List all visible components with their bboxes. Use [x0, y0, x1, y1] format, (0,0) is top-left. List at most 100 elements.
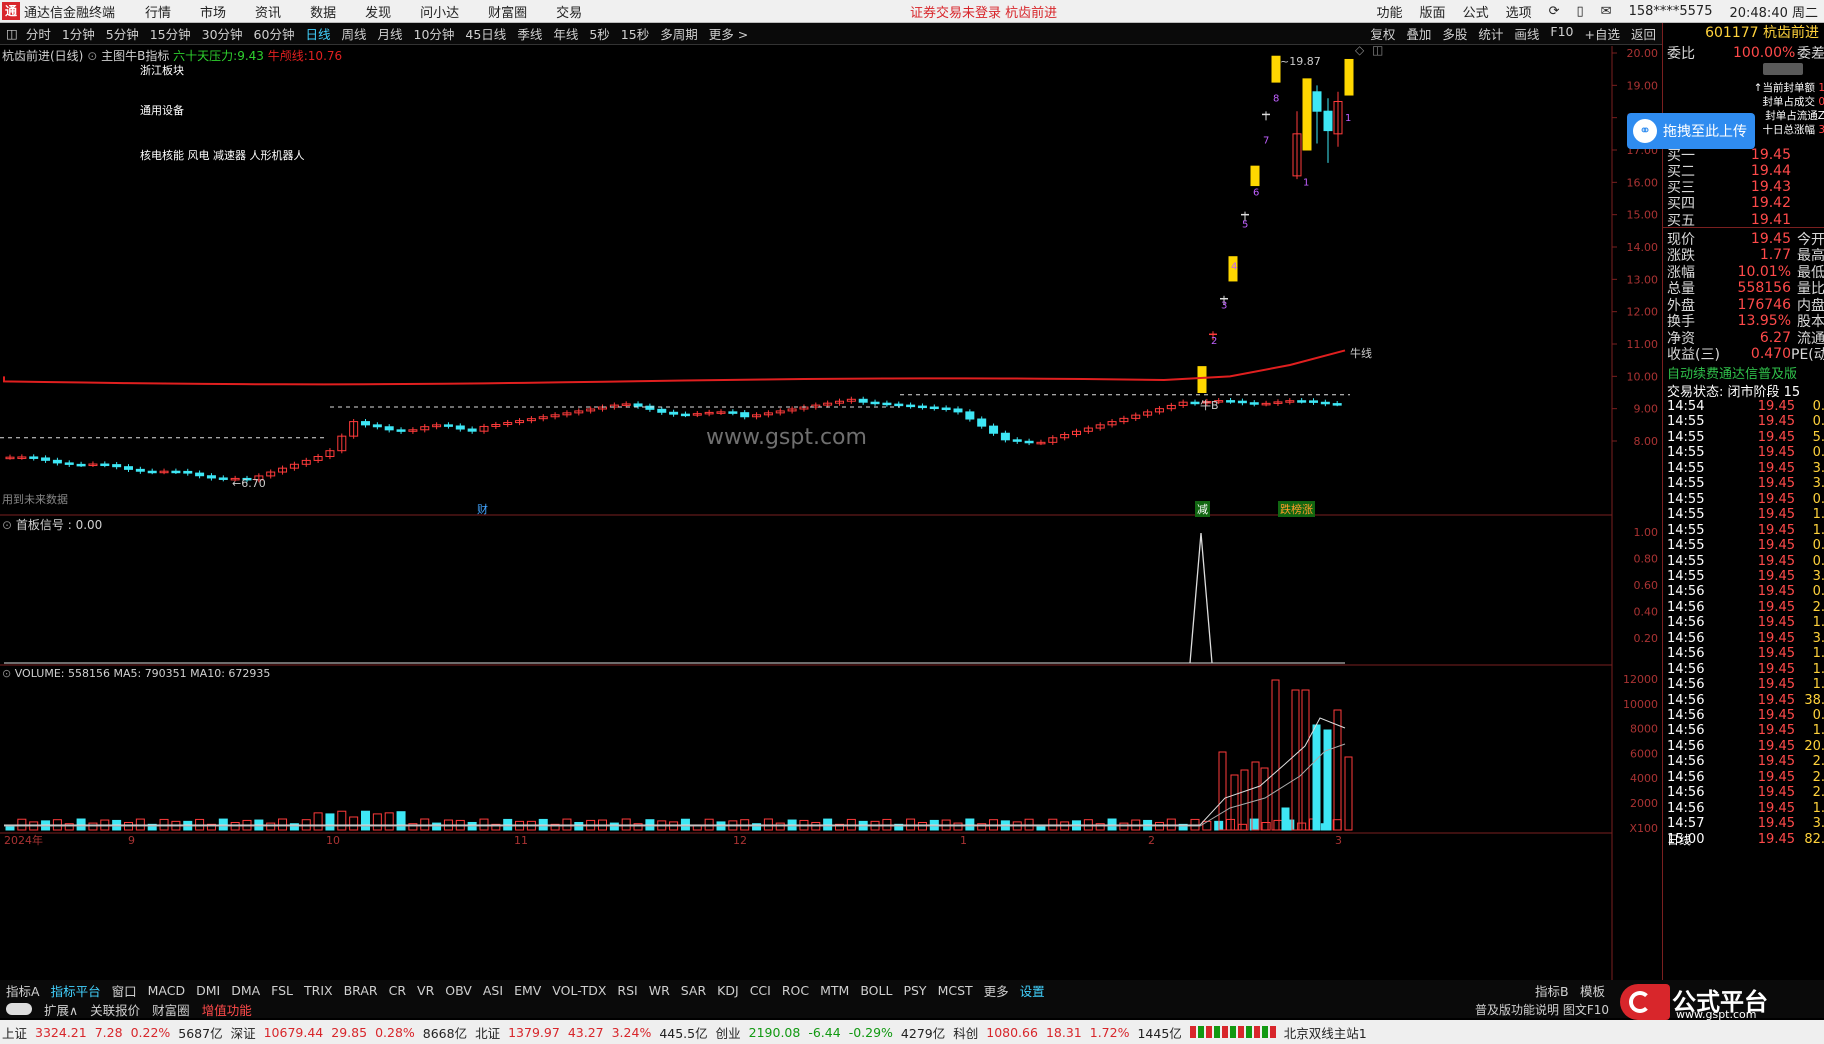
menu-faxian[interactable]: 发现	[365, 2, 391, 21]
account-id[interactable]: 158****5575	[1629, 4, 1713, 19]
ind-window[interactable]: 窗口	[112, 981, 137, 1000]
login-warning[interactable]: 证券交易未登录 杭齿前进	[910, 2, 1057, 21]
marker-diebangzhang[interactable]: 跌榜涨	[1278, 501, 1315, 517]
ind-roc[interactable]: ROC	[782, 983, 809, 998]
collapse-tab[interactable]	[1763, 63, 1803, 75]
period-10min[interactable]: 10分钟	[414, 24, 455, 43]
period-5min[interactable]: 5分钟	[106, 24, 139, 43]
ind-b[interactable]: 指标B	[1535, 981, 1569, 1000]
volume-title[interactable]: VOLUME: 558156 MA5: 790351 MA10: 672935	[15, 667, 271, 680]
menu-shuju[interactable]: 数据	[310, 2, 336, 21]
menu-banmian[interactable]: 版面	[1420, 2, 1446, 21]
kc-label[interactable]: 科创	[953, 1023, 978, 1042]
ind-platform[interactable]: 指标平台	[51, 981, 101, 1000]
phone-icon[interactable]: ▯	[1577, 4, 1584, 19]
menu-jiaoyi[interactable]: 交易	[556, 2, 582, 21]
refresh-icon[interactable]: ⟳	[1549, 4, 1560, 19]
drag-upload-button[interactable]: ⚭ 拖拽至此上传	[1627, 113, 1755, 149]
ind-wr[interactable]: WR	[649, 983, 670, 998]
period-multi[interactable]: 多周期	[660, 24, 698, 43]
ext-related-quote[interactable]: 关联报价	[90, 1000, 140, 1019]
sh-label[interactable]: 上证	[2, 1023, 27, 1042]
marker-jian[interactable]: 减	[1195, 501, 1210, 517]
signal-toggle-icon[interactable]: ⊙	[2, 518, 12, 532]
ind-more[interactable]: 更多	[984, 981, 1009, 1000]
period-year[interactable]: 年线	[553, 24, 578, 43]
tool-fuquan[interactable]: 复权	[1370, 24, 1395, 43]
period-45day[interactable]: 45日线	[465, 24, 506, 43]
ext-expand[interactable]: 扩展∧	[44, 1000, 78, 1019]
period-monthly[interactable]: 月线	[377, 24, 402, 43]
ind-boll[interactable]: BOLL	[860, 983, 892, 998]
layout-icon[interactable]: ◫	[6, 26, 18, 41]
tool-f10[interactable]: F10	[1550, 24, 1573, 43]
ext-toggle-icon[interactable]	[6, 1003, 32, 1015]
ext-value-added[interactable]: 增值功能	[202, 1000, 252, 1019]
period-30min[interactable]: 30分钟	[202, 24, 243, 43]
menu-hangqing[interactable]: 行情	[145, 2, 171, 21]
mail-icon[interactable]: ✉	[1601, 4, 1612, 19]
ind-settings[interactable]: 设置	[1020, 981, 1045, 1000]
ind-trix[interactable]: TRIX	[304, 983, 333, 998]
ind-vol-tdx[interactable]: VOL-TDX	[552, 983, 606, 998]
server-name[interactable]: 北京双线主站1	[1284, 1023, 1367, 1042]
ind-mcst[interactable]: MCST	[938, 983, 973, 998]
menu-shichang[interactable]: 市场	[200, 2, 226, 21]
ind-fsl[interactable]: FSL	[271, 983, 293, 998]
cy-label[interactable]: 创业	[716, 1023, 741, 1042]
menu-gongshi[interactable]: 公式	[1463, 2, 1489, 21]
volume-toggle-icon[interactable]: ⊙	[2, 667, 11, 680]
ind-rsi[interactable]: RSI	[617, 983, 637, 998]
period-fenshi[interactable]: 分时	[26, 24, 51, 43]
ind-psy[interactable]: PSY	[903, 983, 926, 998]
sz-label[interactable]: 深证	[231, 1023, 256, 1042]
period-quarter[interactable]: 季线	[517, 24, 542, 43]
tool-fanhui[interactable]: 返回	[1631, 24, 1656, 43]
menu-wenxiaoda[interactable]: 问小达	[420, 2, 459, 21]
kline-svg[interactable]: 234567811 20.0019.0018.0017.0016.0015.00…	[0, 46, 1662, 980]
tool-duogu[interactable]: 多股	[1442, 24, 1467, 43]
chart-diamond-icon[interactable]: ◇	[1355, 43, 1364, 57]
period-weekly[interactable]: 周线	[341, 24, 366, 43]
ind-cci[interactable]: CCI	[750, 983, 771, 998]
marker-cai[interactable]: 财	[477, 501, 488, 517]
ind-cr[interactable]: CR	[389, 983, 406, 998]
period-15sec[interactable]: 15秒	[621, 24, 649, 43]
tool-huaxian[interactable]: 画线	[1514, 24, 1539, 43]
indicator-name[interactable]: 主图牛B指标	[101, 49, 169, 63]
ext-caifuquan[interactable]: 财富圈	[152, 1000, 190, 1019]
period-daily[interactable]: 日线	[305, 24, 330, 43]
period-5sec[interactable]: 5秒	[589, 24, 609, 43]
chart-area[interactable]: 234567811 20.0019.0018.0017.0016.0015.00…	[0, 43, 1662, 980]
menu-xuanxiang[interactable]: 选项	[1506, 2, 1532, 21]
ind-dma[interactable]: DMA	[231, 983, 260, 998]
indicator-toggle-icon[interactable]: ⊙	[87, 49, 97, 63]
menu-caifuquan[interactable]: 财富圈	[488, 2, 527, 21]
period-60min[interactable]: 60分钟	[254, 24, 295, 43]
bz-label[interactable]: 北证	[475, 1023, 500, 1042]
period-1min[interactable]: 1分钟	[62, 24, 95, 43]
auto-renew-link[interactable]: 自动续费通达信普及版	[1667, 363, 1824, 382]
ind-template[interactable]: 模板	[1580, 981, 1605, 1000]
ext-help[interactable]: 普及版功能说明 图文F10	[1475, 1001, 1609, 1018]
ind-asi[interactable]: ASI	[483, 983, 503, 998]
ind-a[interactable]: 指标A	[6, 981, 40, 1000]
ind-obv[interactable]: OBV	[445, 983, 472, 998]
signal-title[interactable]: 首板信号 : 0.00	[16, 518, 102, 532]
ind-emv[interactable]: EMV	[514, 983, 541, 998]
menu-gongneng[interactable]: 功能	[1377, 2, 1403, 21]
ind-dmi[interactable]: DMI	[196, 983, 220, 998]
chart-window-icon[interactable]: ◫	[1372, 43, 1383, 57]
tool-zixuan[interactable]: +自选	[1585, 24, 1620, 43]
tool-tongji[interactable]: 统计	[1478, 24, 1503, 43]
ind-brar[interactable]: BRAR	[344, 983, 378, 998]
period-more[interactable]: 更多 >	[709, 24, 748, 43]
ind-vr[interactable]: VR	[417, 983, 434, 998]
ind-kdj[interactable]: KDJ	[717, 983, 739, 998]
ind-sar[interactable]: SAR	[681, 983, 706, 998]
tick-row[interactable]: 15:00 19.45 82.	[1663, 832, 1824, 850]
ind-mtm[interactable]: MTM	[820, 983, 849, 998]
ind-macd[interactable]: MACD	[148, 983, 185, 998]
tool-diejia[interactable]: 叠加	[1406, 24, 1431, 43]
period-15min[interactable]: 15分钟	[150, 24, 191, 43]
